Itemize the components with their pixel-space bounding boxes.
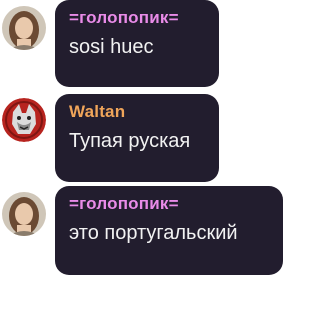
user-avatar-woman-icon[interactable] (2, 6, 46, 50)
user-avatar-wolf-icon[interactable] (2, 98, 46, 142)
message-text: Тупая руская (69, 130, 191, 152)
message-bubble: =голопопик= это португальский (55, 186, 283, 275)
message-author[interactable]: =голопопик= (69, 194, 269, 214)
message-text: sosi huec (69, 36, 154, 58)
message-author[interactable]: Waltan (69, 102, 205, 122)
chat-message: =голопопик= это португальский (0, 184, 283, 275)
message-author[interactable]: =голопопик= (69, 8, 205, 28)
message-bubble: Waltan Тупая руская (55, 94, 219, 182)
chat-message: Waltan Тупая руская (0, 92, 283, 182)
message-text: это португальский (69, 222, 238, 244)
user-avatar-woman-icon[interactable] (2, 192, 46, 236)
message-bubble: =голопопик= sosi huec (55, 0, 219, 87)
chat-message: =голопопик= sosi huec (0, 0, 283, 90)
